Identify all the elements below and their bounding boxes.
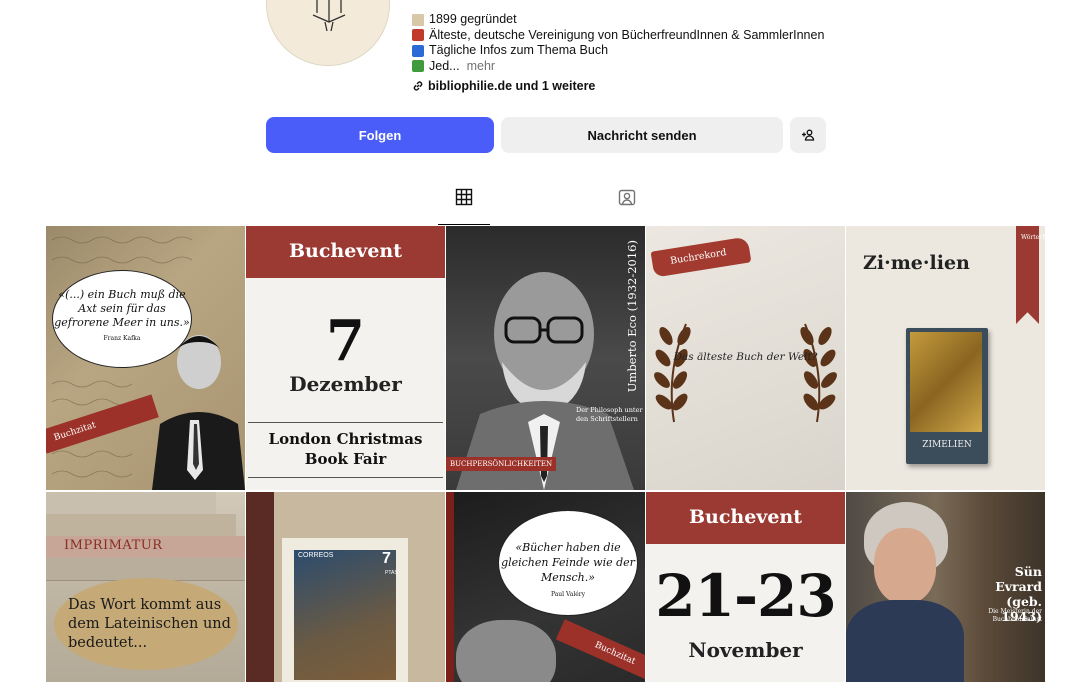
post-buchrekord[interactable]: Buchrekord Das älteste Buch der Welt? — [646, 226, 845, 490]
link-text: bibliophilie.de und 1 weitere — [428, 79, 596, 93]
more-link[interactable]: mehr — [467, 59, 495, 75]
post-buchevent-london[interactable]: Buchevent 7 Dezember London Christmas Bo… — [246, 226, 445, 490]
quote-text: «Bücher haben die gleichen Feinde wie de… — [501, 541, 635, 584]
bio-daily-info: Tägliche Infos zum Thema Buch — [429, 43, 609, 57]
event-header: Buchevent — [646, 492, 845, 544]
bio-line: 1899 gegründet — [412, 12, 824, 28]
divider — [248, 477, 443, 478]
post-imprimatur[interactable]: IMPRIMATUR Das Wort kommt aus dem Latein… — [46, 492, 245, 682]
event-days: 21-23 — [655, 562, 837, 630]
tagged-person-icon — [618, 189, 636, 206]
suggested-users-button[interactable] — [790, 117, 826, 153]
add-person-icon — [802, 129, 815, 141]
post-umberto-eco[interactable]: Umberto Eco (1932-2016) Der Philosoph un… — [446, 226, 645, 490]
word-title: Zi·me·lien — [863, 252, 970, 274]
open-book-icon — [412, 13, 424, 26]
evrard-portrait — [874, 528, 936, 604]
stamp-image — [294, 550, 396, 680]
bio-founded: 1899 gegründet — [429, 12, 517, 26]
eco-name-vertical: Umberto Eco (1932-2016) — [625, 240, 639, 393]
bookmark-text: WörterBuch — [1021, 234, 1045, 241]
stamp-brand: CORREOS — [298, 552, 334, 559]
valery-portrait — [456, 620, 556, 682]
grid-icon — [455, 188, 473, 206]
post-kafka-quote[interactable]: «(...) ein Buch muß die Axt sein für das… — [46, 226, 245, 490]
red-frame — [446, 492, 454, 682]
stamp-unit: PTAS — [385, 570, 398, 576]
event-month: Dezember — [289, 372, 402, 396]
rekord-question: Das älteste Buch der Welt? — [673, 351, 818, 363]
profile-avatar[interactable] — [266, 0, 390, 66]
tab-tagged[interactable] — [601, 188, 653, 224]
category-tag: BUCHPERSÖNLICHKEITEN — [446, 457, 557, 471]
book-spine — [46, 492, 216, 515]
open-book-logo-icon — [312, 0, 346, 32]
quote-text: «(...) ein Buch muß die Axt sein für das… — [54, 288, 190, 329]
red-book-icon — [412, 29, 424, 42]
bio-truncated: Jed... — [429, 58, 460, 73]
post-sun-evrard[interactable]: Sün Evrard (geb. 1943) Die Meisterin der… — [846, 492, 1045, 682]
post-zimelien[interactable]: Zi·me·lien WörterBuch ZIMELIEN — [846, 226, 1045, 490]
green-book-icon — [412, 60, 424, 73]
bio-line: Jed... mehr — [412, 59, 824, 75]
event-month: November — [688, 638, 803, 662]
bio-line: Älteste, deutsche Vereinigung von Bücher… — [412, 28, 824, 44]
book-spine — [46, 514, 236, 537]
book-spine — [246, 492, 274, 682]
postage-stamp: CORREOS 7 PTAS — [282, 538, 408, 682]
event-name: London Christmas Book Fair — [268, 430, 423, 468]
bio-line: Tägliche Infos zum Thema Buch — [412, 43, 824, 59]
profile-bio: 1899 gegründet Älteste, deutsche Vereini… — [412, 12, 824, 74]
quote-bubble: «(...) ein Buch muß die Axt sein für das… — [52, 270, 192, 368]
imprimatur-text: Das Wort kommt aus dem Lateinischen und … — [68, 597, 231, 651]
book-title: ZIMELIEN — [922, 440, 972, 450]
evrard-body — [846, 600, 964, 682]
quote-author: Paul Valéry — [550, 591, 586, 598]
quote-bubble: «Bücher haben die gleichen Feinde wie de… — [498, 510, 638, 616]
imprimatur-title: IMPRIMATUR — [64, 538, 163, 553]
stamp-value: 7 — [382, 550, 391, 567]
event-day: 7 — [326, 308, 365, 374]
gold-cover-ornament — [910, 332, 982, 432]
tab-posts[interactable] — [438, 188, 490, 225]
post-buchevent-november[interactable]: Buchevent 21-23 November — [646, 492, 845, 682]
event-header: Buchevent — [246, 226, 445, 278]
quote-author: Franz Kafka — [103, 335, 141, 342]
post-valery-quote[interactable]: «Bücher haben die gleichen Feinde wie de… — [446, 492, 645, 682]
bio-description: Älteste, deutsche Vereinigung von Bücher… — [429, 27, 825, 42]
evrard-subtitle: Die Meisterin der Buchbindekunst — [988, 608, 1042, 623]
profile-link[interactable]: bibliophilie.de und 1 weitere — [412, 79, 595, 93]
eco-caption: Der Philosoph unter den Schriftstellern — [576, 406, 643, 423]
message-button[interactable]: Nachricht senden — [501, 117, 783, 153]
category-ribbon: Buchzitat — [555, 619, 645, 682]
link-icon — [413, 81, 423, 91]
eco-portrait — [456, 272, 634, 490]
post-stamp[interactable]: CORREOS 7 PTAS — [246, 492, 445, 682]
book-cover: ZIMELIEN — [906, 328, 988, 464]
divider — [248, 422, 443, 423]
follow-button[interactable]: Folgen — [266, 117, 494, 153]
blue-book-icon — [412, 44, 424, 57]
